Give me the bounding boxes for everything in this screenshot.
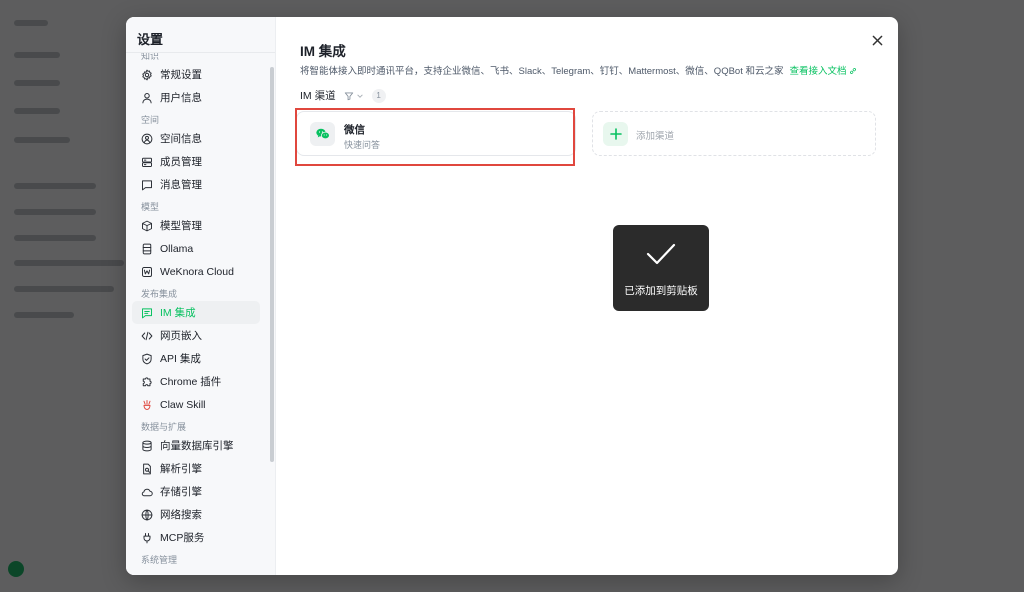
sidebar-item-label: Claw Skill — [160, 398, 206, 411]
code-icon — [141, 331, 153, 340]
gear-icon — [142, 69, 152, 80]
sidebar-item-label: Chrome 插件 — [160, 376, 222, 388]
sidebar-item-label: Ollama — [160, 242, 194, 255]
sidebar-section-label: 知识 — [141, 53, 160, 61]
sidebar-item-label: 向量数据库引擎 — [160, 440, 234, 452]
highlight-box — [295, 108, 575, 166]
check-icon — [646, 243, 676, 265]
settings-sidebar: 设置 知识 常规设置用户信息空间 空间信息成员管理消息管理模型 模型管理 Ollama W… — [126, 17, 276, 575]
user-icon — [142, 92, 152, 103]
sidebar-item[interactable]: 存储引擎 — [132, 480, 260, 503]
message-icon — [142, 179, 152, 190]
sidebar-item[interactable]: 消息管理 — [132, 173, 260, 196]
database-icon — [142, 440, 152, 451]
sidebar-item-label: 消息管理 — [160, 179, 202, 191]
sidebar-item[interactable]: 空间信息 — [132, 127, 260, 150]
sidebar-item-label: 解析引擎 — [160, 463, 202, 475]
sidebar-item[interactable]: 向量数据库引擎 — [132, 434, 260, 457]
sidebar-item-label: 常规设置 — [160, 69, 202, 81]
sidebar-item[interactable]: 网页嵌入 — [132, 324, 260, 347]
docs-link-label: 查看接入文档 — [789, 66, 847, 77]
description-text: 将智能体接入即时通讯平台，支持企业微信、飞书、Slack、Telegram、钉钉… — [300, 66, 784, 77]
sidebar-item[interactable]: API 集成 — [132, 347, 260, 370]
globe-icon — [141, 509, 153, 520]
sidebar-item-label: MCP服务 — [160, 532, 205, 544]
sidebar-item[interactable]: Ollama — [132, 237, 260, 260]
settings-dialog: 设置 知识 常规设置用户信息空间 空间信息成员管理消息管理模型 模型管理 Ollama W… — [126, 17, 898, 575]
sidebar-item[interactable]: MCP服务 — [132, 526, 260, 549]
cloud-w-icon — [142, 266, 152, 277]
sidebar-item[interactable]: Claw Skill — [132, 393, 260, 416]
sidebar-item[interactable]: 用户信息 — [132, 86, 260, 109]
sidebar-item-label: 空间信息 — [160, 133, 202, 145]
channels-label: IM 渠道 — [300, 90, 336, 102]
im-integration-panel: IM 集成 将智能体接入即时通讯平台，支持企业微信、飞书、Slack、Teleg… — [276, 17, 898, 575]
ollama-icon — [142, 243, 152, 254]
close-button[interactable] — [868, 31, 886, 49]
sidebar-menu: 知识 常规设置用户信息空间 空间信息成员管理消息管理模型 模型管理 Ollama WeKn… — [126, 53, 266, 567]
sidebar-section-label: 数据与扩展 — [141, 422, 187, 432]
sidebar-scrollbar[interactable] — [270, 67, 274, 462]
sidebar-item-label: 网页嵌入 — [160, 330, 202, 342]
chevron-down-icon — [356, 93, 363, 98]
sidebar-item[interactable]: 网络搜索 — [132, 503, 260, 526]
channels-header: IM 渠道 1 — [300, 88, 386, 103]
add-channel-label: 添加渠道 — [636, 131, 675, 142]
link-icon — [850, 68, 857, 74]
sidebar-section-label: 空间 — [141, 115, 160, 125]
chat-icon — [142, 307, 152, 318]
toast-text: 已添加到剪贴板 — [624, 285, 698, 297]
page-title: IM 集成 — [300, 44, 346, 59]
channel-filter[interactable] — [344, 91, 364, 101]
sidebar-item[interactable]: 成员管理 — [132, 150, 260, 173]
sidebar-item-label: IM 集成 — [160, 307, 196, 319]
sidebar-item[interactable]: 常规设置 — [132, 63, 260, 86]
sidebar-item[interactable]: IM 集成 — [132, 301, 260, 324]
shield-icon — [142, 353, 152, 364]
sidebar-section-label: 模型 — [141, 202, 160, 212]
docs-link[interactable]: 查看接入文档 — [790, 66, 858, 77]
sidebar-item-label: WeKnora Cloud — [160, 265, 234, 278]
sidebar-scroll-area: 知识 常规设置用户信息空间 空间信息成员管理消息管理模型 模型管理 Ollama WeKn… — [126, 53, 275, 575]
sidebar-item[interactable]: 解析引擎 — [132, 457, 260, 480]
sidebar-item-label: 存储引擎 — [160, 486, 202, 498]
cloud-icon — [141, 488, 153, 496]
toast-notification: 已添加到剪贴板 — [613, 225, 709, 311]
sidebar-item-label: 成员管理 — [160, 156, 202, 168]
sidebar-item-label: 用户信息 — [160, 92, 202, 104]
plus-icon — [603, 122, 628, 146]
sidebar-item-label: 模型管理 — [160, 220, 202, 232]
sidebar-item-label: API 集成 — [160, 353, 201, 365]
channel-count-badge: 1 — [371, 88, 386, 103]
filter-icon — [344, 91, 353, 100]
page-description: 将智能体接入即时通讯平台，支持企业微信、飞书、Slack、Telegram、钉钉… — [300, 63, 857, 77]
space-icon — [141, 133, 153, 144]
sidebar-item[interactable]: WeKnora Cloud — [132, 260, 260, 283]
file-search-icon — [143, 463, 151, 474]
sidebar-item[interactable]: Chrome 插件 — [132, 370, 260, 393]
plug-icon — [143, 532, 151, 543]
close-icon — [872, 35, 882, 45]
cube-icon — [142, 220, 152, 231]
sidebar-section-label: 系统管理 — [141, 555, 178, 565]
sidebar-item-label: 网络搜索 — [160, 509, 202, 521]
add-channel-button[interactable]: 添加渠道 — [592, 111, 876, 156]
sidebar-section-label: 发布集成 — [141, 289, 178, 299]
puzzle-icon — [142, 376, 152, 386]
sidebar-item[interactable]: 模型管理 — [132, 214, 260, 237]
settings-title: 设置 — [137, 32, 164, 47]
members-icon — [142, 157, 152, 167]
claw-icon — [143, 399, 151, 410]
